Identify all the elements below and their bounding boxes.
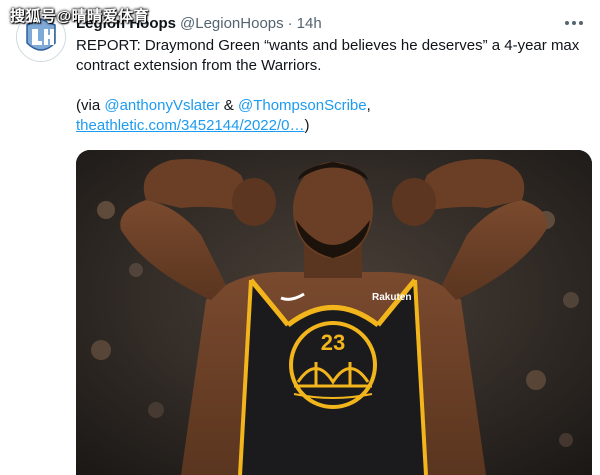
tweet-via-line: (via @anthonyVslater & @ThompsonScribe, … bbox=[76, 96, 586, 136]
more-options-button[interactable] bbox=[562, 13, 586, 33]
tweet-card[interactable]: 搜狐号@晴晴爱体育 Legion Hoops @LegionHoops · 14… bbox=[0, 0, 600, 475]
jersey-number-text: 23 bbox=[321, 330, 345, 355]
article-url-link[interactable]: theathletic.com/3452144/2022/0… bbox=[76, 117, 305, 134]
via-amp-text: & bbox=[219, 97, 238, 114]
tweet-timestamp[interactable]: 14h bbox=[297, 15, 322, 32]
more-dots-icon bbox=[565, 21, 583, 25]
tweet-body-text: REPORT: Draymond Green “wants and believ… bbox=[76, 37, 580, 74]
via-close-text: ) bbox=[304, 117, 310, 134]
mention-anthonyvslater-link[interactable]: @anthonyVslater bbox=[104, 97, 219, 114]
player-photo-image: Rakuten 23 bbox=[76, 150, 592, 475]
mention-thompsonscribe-link[interactable]: @ThompsonScribe bbox=[238, 97, 367, 114]
separator-dot: · bbox=[287, 14, 293, 32]
via-open-text: (via bbox=[76, 97, 105, 114]
tweet-media-photo[interactable]: Rakuten 23 bbox=[76, 150, 592, 475]
watermark-text: 搜狐号@晴晴爱体育 bbox=[10, 8, 150, 25]
via-comma-text: , bbox=[366, 97, 371, 114]
author-handle[interactable]: @LegionHoops bbox=[180, 15, 284, 32]
tweet-text: REPORT: Draymond Green “wants and believ… bbox=[76, 36, 586, 136]
sponsor-text: Rakuten bbox=[372, 292, 411, 303]
warriors-jersey: Rakuten 23 bbox=[238, 278, 428, 475]
